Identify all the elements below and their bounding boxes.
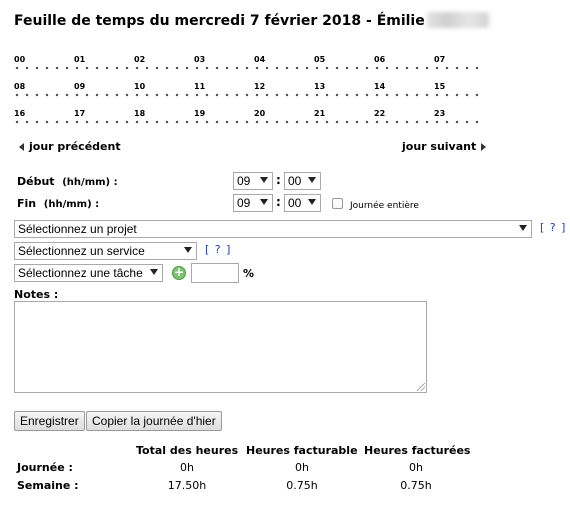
hour-label[interactable]: 19 bbox=[194, 109, 205, 118]
dropdown-arrow-icon bbox=[150, 269, 158, 275]
week-row-label: Semaine : bbox=[17, 479, 79, 492]
start-minute-select[interactable]: 00 bbox=[284, 172, 321, 190]
end-label-text: Fin bbox=[17, 197, 37, 210]
hour-label[interactable]: 13 bbox=[314, 82, 325, 91]
end-minute-select[interactable]: 00 bbox=[284, 194, 321, 212]
copy-yesterday-button[interactable]: Copier la journée d'hier bbox=[86, 411, 222, 431]
hour-label[interactable]: 17 bbox=[74, 109, 85, 118]
percent-input[interactable] bbox=[191, 263, 239, 283]
previous-day-label: jour précédent bbox=[29, 140, 121, 153]
time-separator: : bbox=[276, 173, 281, 187]
start-unit-text: (hh/mm) : bbox=[62, 177, 118, 188]
totals-table: Total des heures Heures facturable Heure… bbox=[0, 443, 570, 499]
end-hour-value: 09 bbox=[237, 196, 251, 210]
page-title: Feuille de temps du mercredi 7 février 2… bbox=[14, 12, 489, 29]
hour-label[interactable]: 10 bbox=[134, 82, 145, 91]
task-select[interactable]: Sélectionnez une tâche bbox=[14, 264, 163, 282]
percent-sign: % bbox=[243, 267, 255, 280]
full-day-label: Journée entière bbox=[350, 201, 419, 211]
previous-day-link[interactable]: jour précédent bbox=[19, 140, 121, 153]
hour-label[interactable]: 11 bbox=[194, 82, 205, 91]
time-slot-dots[interactable] bbox=[14, 66, 480, 70]
hour-label[interactable]: 04 bbox=[254, 55, 265, 64]
time-slot-dots[interactable] bbox=[14, 120, 480, 124]
start-label-text: Début bbox=[17, 175, 55, 188]
time-slot-dots[interactable] bbox=[14, 93, 480, 97]
dropdown-arrow-icon bbox=[519, 225, 527, 231]
project-select-value: Sélectionnez un projet bbox=[18, 222, 137, 236]
hour-label[interactable]: 09 bbox=[74, 82, 85, 91]
hour-row-2: 08 09 10 11 12 13 14 15 bbox=[14, 82, 484, 98]
hour-label[interactable]: 15 bbox=[434, 82, 445, 91]
caret-left-icon bbox=[19, 142, 24, 151]
hour-row-3: 16 17 18 19 20 21 22 23 bbox=[14, 109, 484, 125]
end-unit-text: (hh/mm) : bbox=[43, 199, 100, 210]
week-billed-hours: 0.75h bbox=[400, 479, 432, 492]
hour-label[interactable]: 06 bbox=[374, 55, 385, 64]
hour-label[interactable]: 12 bbox=[254, 82, 265, 91]
hour-label[interactable]: 23 bbox=[434, 109, 445, 118]
hour-label[interactable]: 00 bbox=[14, 55, 25, 64]
hour-label[interactable]: 07 bbox=[434, 55, 445, 64]
save-button[interactable]: Enregistrer bbox=[14, 411, 85, 431]
week-total-hours: 17.50h bbox=[167, 479, 207, 492]
task-select-value: Sélectionnez une tâche bbox=[18, 266, 143, 280]
hour-label[interactable]: 03 bbox=[194, 55, 205, 64]
hour-label[interactable]: 18 bbox=[134, 109, 145, 118]
end-hour-select[interactable]: 09 bbox=[233, 194, 273, 212]
total-hours-header: Total des heures bbox=[136, 444, 239, 457]
redacted-name bbox=[426, 12, 489, 28]
day-billable-hours: 0h bbox=[295, 461, 309, 474]
hour-label[interactable]: 05 bbox=[314, 55, 325, 64]
dropdown-arrow-icon bbox=[308, 199, 316, 205]
caret-right-icon bbox=[481, 142, 487, 151]
hour-label[interactable]: 01 bbox=[74, 55, 85, 64]
project-select[interactable]: Sélectionnez un projet bbox=[14, 220, 532, 238]
start-time-label: Début (hh/mm) : bbox=[17, 175, 118, 188]
hour-label[interactable]: 22 bbox=[374, 109, 385, 118]
service-select-value: Sélectionnez un service bbox=[18, 244, 145, 258]
hour-label[interactable]: 08 bbox=[14, 82, 25, 91]
hour-label[interactable]: 21 bbox=[314, 109, 325, 118]
hour-label[interactable]: 14 bbox=[374, 82, 385, 91]
hour-label[interactable]: 02 bbox=[134, 55, 145, 64]
service-help-link[interactable]: [ ? ] bbox=[205, 243, 231, 256]
week-billable-hours: 0.75h bbox=[286, 479, 318, 492]
next-day-label: jour suivant bbox=[402, 140, 477, 153]
next-day-link[interactable]: jour suivant bbox=[402, 140, 487, 153]
notes-label: Notes : bbox=[14, 288, 59, 301]
start-minute-value: 00 bbox=[288, 174, 302, 188]
dropdown-arrow-icon bbox=[260, 199, 268, 205]
project-help-link[interactable]: [ ? ] bbox=[540, 221, 566, 234]
time-separator: : bbox=[276, 195, 281, 209]
resize-grip-icon[interactable] bbox=[417, 383, 425, 391]
hour-row-1: 00 01 02 03 04 05 06 07 bbox=[14, 55, 484, 71]
end-minute-value: 00 bbox=[288, 196, 302, 210]
day-row-label: Journée : bbox=[17, 461, 73, 474]
end-time-label: Fin (hh/mm) : bbox=[17, 197, 99, 210]
billed-hours-header: Heures facturées bbox=[364, 444, 471, 457]
day-billed-hours: 0h bbox=[409, 461, 423, 474]
hour-label[interactable]: 20 bbox=[254, 109, 265, 118]
start-hour-select[interactable]: 09 bbox=[233, 172, 273, 190]
start-hour-value: 09 bbox=[237, 174, 251, 188]
billable-hours-header: Heures facturable bbox=[246, 444, 358, 457]
add-task-icon[interactable]: + bbox=[172, 266, 186, 280]
hour-label[interactable]: 16 bbox=[14, 109, 25, 118]
dropdown-arrow-icon bbox=[308, 177, 316, 183]
dropdown-arrow-icon bbox=[184, 247, 192, 253]
service-select[interactable]: Sélectionnez un service bbox=[14, 242, 197, 260]
full-day-checkbox[interactable] bbox=[332, 198, 343, 209]
notes-textarea[interactable] bbox=[14, 301, 427, 393]
dropdown-arrow-icon bbox=[260, 177, 268, 183]
day-total-hours: 0h bbox=[180, 461, 194, 474]
